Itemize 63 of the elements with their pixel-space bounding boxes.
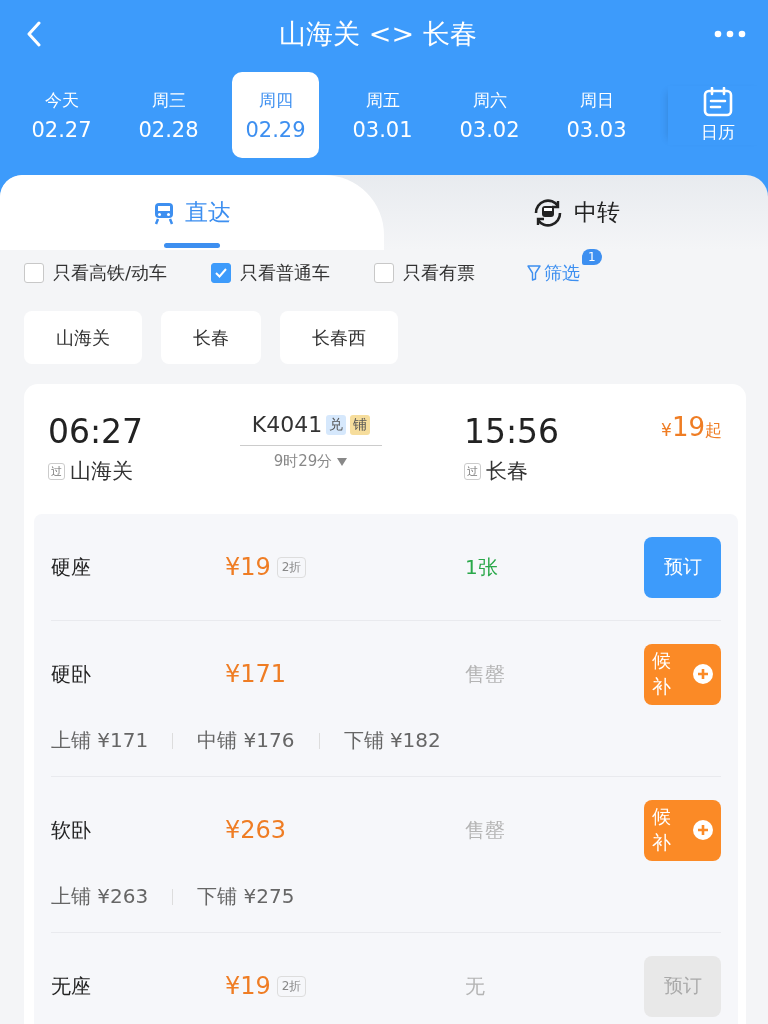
berth-price: 中铺 ¥176 — [197, 727, 295, 754]
currency-sign: ¥ — [661, 420, 672, 440]
seat-type: 软卧 — [51, 816, 92, 844]
mode-tab[interactable]: 直达 — [0, 175, 384, 250]
departure-time: 06:27 — [48, 412, 145, 451]
plus-circle-icon — [692, 819, 714, 841]
mode-tab[interactable]: 中转 — [384, 175, 768, 250]
ticket-availability: 售罄 — [465, 660, 505, 688]
pass-tag: 过 — [48, 462, 65, 480]
ticket-availability: 1张 — [465, 553, 498, 581]
berth-price: 上铺 ¥263 — [51, 883, 149, 910]
seat-type: 硬座 — [51, 553, 92, 581]
date-tab[interactable]: 今天 02.27 — [18, 72, 105, 158]
arrival-station: 长春 — [486, 458, 528, 485]
train-number: K4041 — [251, 412, 323, 437]
price-suffix: 起 — [705, 420, 722, 442]
berth-price: 下铺 ¥275 — [197, 883, 295, 910]
calendar-icon — [703, 86, 733, 117]
seat-type: 无座 — [51, 972, 92, 1000]
plus-circle-icon — [692, 663, 714, 685]
filter-checkbox[interactable]: 只看普通车 — [211, 261, 331, 285]
train-tag: 铺 — [350, 414, 371, 435]
date-tab[interactable]: 周五 03.01 — [339, 72, 426, 158]
discount-tag: 2折 — [276, 556, 307, 578]
berth-price: 上铺 ¥171 — [51, 727, 149, 754]
filter-checkbox[interactable]: 只看有票 — [374, 261, 476, 285]
train-icon — [153, 200, 175, 225]
pass-tag: 过 — [464, 462, 481, 480]
date-tab[interactable]: 周三 02.28 — [125, 72, 212, 158]
station-chip[interactable]: 长春西 — [280, 311, 398, 364]
station-chip[interactable]: 长春 — [161, 311, 261, 364]
check-icon — [214, 266, 229, 280]
date-tab[interactable]: 周日 03.03 — [553, 72, 640, 158]
ticket-availability: 售罄 — [465, 816, 505, 844]
berth-price: 下铺 ¥182 — [343, 727, 441, 754]
seat-type: 硬卧 — [51, 660, 92, 688]
back-icon[interactable] — [26, 21, 42, 47]
more-icon[interactable] — [714, 30, 746, 38]
waitlist-button[interactable]: 候补 — [644, 643, 721, 705]
filter-button[interactable]: 筛选 — [527, 261, 581, 285]
duration-toggle[interactable]: 9时29分 — [273, 452, 349, 471]
filter-checkbox[interactable]: 只看高铁/动车 — [24, 261, 168, 285]
ticket-availability: 无 — [465, 972, 485, 1000]
departure-station: 山海关 — [70, 458, 133, 485]
date-tab[interactable]: 周六 03.02 — [446, 72, 533, 158]
arrival-time: 15:56 — [464, 412, 561, 451]
seat-price: ¥263 — [225, 816, 287, 844]
book-button[interactable]: 预订 — [644, 536, 721, 598]
seat-price: ¥19 — [225, 972, 271, 1000]
filter-count-badge: 1 — [582, 249, 602, 265]
station-chip[interactable]: 山海关 — [24, 311, 142, 364]
waitlist-button[interactable]: 候补 — [644, 799, 721, 861]
date-tab[interactable]: 周四 02.29 — [232, 72, 319, 158]
lowest-price: 19 — [671, 412, 705, 442]
calendar-button[interactable]: 日历 — [668, 85, 768, 145]
dropdown-triangle-icon — [336, 456, 349, 467]
page-title: 山海关 <> 长春 — [279, 17, 477, 51]
funnel-icon — [527, 265, 542, 281]
train-tag: 兑 — [326, 414, 347, 435]
seat-price: ¥19 — [225, 553, 271, 581]
transfer-train-icon — [532, 196, 564, 229]
seat-price: ¥171 — [225, 660, 287, 688]
discount-tag: 2折 — [276, 975, 307, 997]
